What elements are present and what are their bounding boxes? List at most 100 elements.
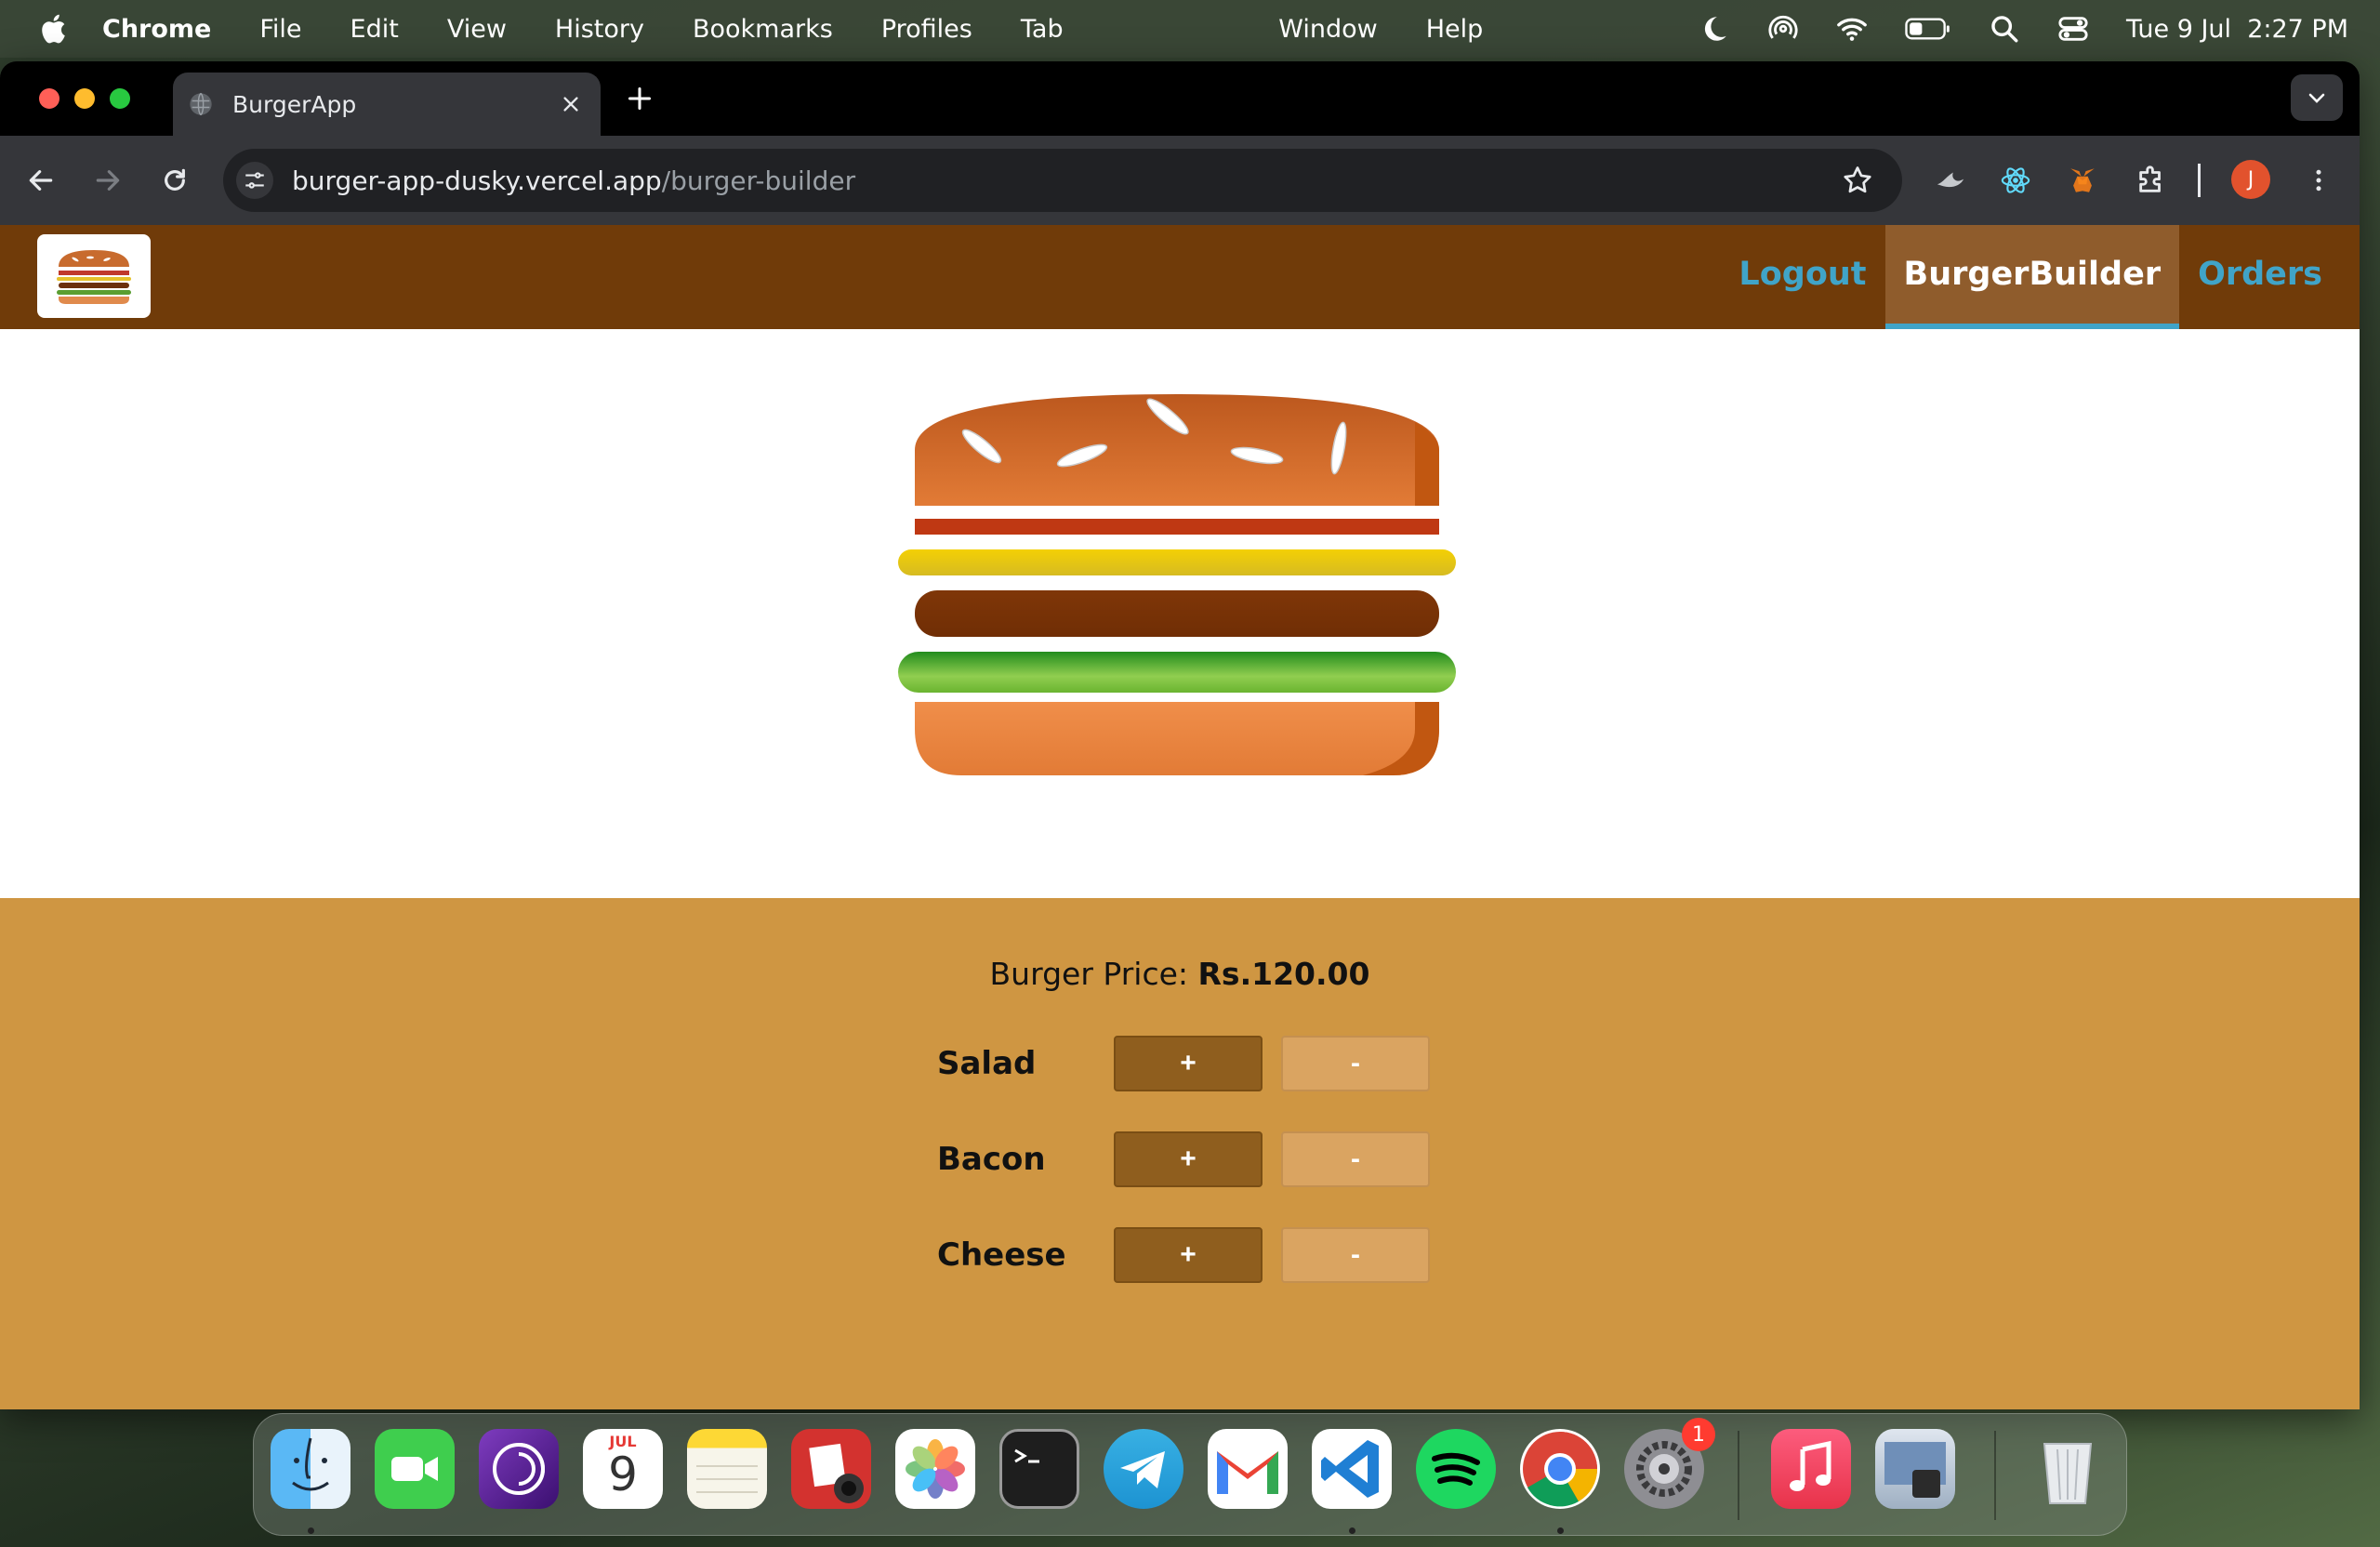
- calendar-icon[interactable]: JUL 9: [583, 1429, 663, 1509]
- globe-icon: [190, 92, 212, 116]
- airdrop-icon[interactable]: [1767, 13, 1799, 45]
- menu-view[interactable]: View: [447, 15, 507, 44]
- minimize-window-button[interactable]: [74, 88, 95, 109]
- zoom-window-button[interactable]: [110, 88, 130, 109]
- build-controls: Burger Price: Rs.120.00 Salad + - Bacon …: [0, 898, 2360, 1409]
- dock-separator: [1738, 1431, 1739, 1520]
- gmail-icon[interactable]: [1208, 1429, 1288, 1509]
- settings-notification-badge: 1: [1682, 1418, 1715, 1451]
- menu-help[interactable]: Help: [1426, 15, 1484, 44]
- menu-app-name[interactable]: Chrome: [102, 15, 211, 44]
- music-icon[interactable]: [1771, 1429, 1851, 1509]
- telegram-icon[interactable]: [1104, 1429, 1183, 1509]
- nav-logout[interactable]: Logout: [1720, 225, 1884, 329]
- menu-bookmarks[interactable]: Bookmarks: [693, 15, 833, 44]
- bookmark-star-icon[interactable]: [1841, 164, 1874, 197]
- profile-avatar[interactable]: J: [2231, 160, 2270, 199]
- control-row-cheese: Cheese + -: [937, 1227, 1430, 1283]
- control-row-salad: Salad + -: [937, 1036, 1430, 1091]
- main-nav: Logout BurgerBuilder Orders: [1720, 225, 2341, 329]
- preview-icon[interactable]: [1875, 1429, 1955, 1509]
- macos-dock: JUL 9 1: [253, 1413, 2127, 1536]
- reload-icon: [165, 168, 185, 191]
- close-tab-icon[interactable]: [554, 87, 588, 121]
- tab-strip: BurgerApp: [0, 61, 2360, 136]
- menu-window[interactable]: Window: [1278, 15, 1377, 44]
- menu-history[interactable]: History: [555, 15, 644, 44]
- dock-separator: [1994, 1431, 1996, 1520]
- tab-title: BurgerApp: [232, 90, 357, 118]
- apple-menu-icon[interactable]: [37, 11, 73, 46]
- add-bacon-button[interactable]: +: [1114, 1131, 1263, 1187]
- price-value: Rs.120.00: [1197, 956, 1370, 992]
- control-center-icon[interactable]: [2057, 13, 2089, 45]
- vscode-icon[interactable]: [1312, 1429, 1392, 1509]
- bread-top-layer: [915, 394, 1439, 506]
- toolbar-divider: [2198, 164, 2201, 197]
- tor-browser-icon[interactable]: [479, 1429, 559, 1509]
- menu-tab[interactable]: Tab: [1021, 15, 1064, 44]
- menu-edit[interactable]: Edit: [350, 15, 399, 44]
- window-controls: [39, 88, 130, 109]
- spotlight-search-icon[interactable]: [1989, 13, 2020, 45]
- chrome-window: BurgerApp burger-app-dusky.vercel.app/bu…: [0, 61, 2360, 1409]
- facetime-icon[interactable]: [375, 1429, 455, 1509]
- menubar-clock[interactable]: Tue 9 Jul 2:27 PM: [2126, 15, 2348, 44]
- site-info-icon[interactable]: [236, 162, 273, 199]
- chrome-running-dot: [1557, 1527, 1564, 1534]
- app-toolbar: Logout BurgerBuilder Orders: [0, 225, 2360, 329]
- burger-logo[interactable]: [37, 234, 151, 318]
- photo-booth-icon[interactable]: [791, 1429, 871, 1509]
- web-page: Logout BurgerBuilder Orders Burger Price…: [0, 225, 2360, 1409]
- salad-layer: [898, 652, 1456, 693]
- reload-button[interactable]: [156, 162, 193, 199]
- focus-moon-icon[interactable]: [1699, 13, 1730, 45]
- extension-shark-icon[interactable]: [1932, 162, 1969, 199]
- price-label: Burger Price:: [989, 956, 1189, 992]
- battery-icon[interactable]: [1905, 13, 1951, 45]
- browser-toolbar: burger-app-dusky.vercel.app/burger-build…: [0, 136, 2360, 225]
- add-salad-button[interactable]: +: [1114, 1036, 1263, 1091]
- macos-menubar: Chrome File Edit View History Bookmarks …: [0, 0, 2380, 58]
- burger-price: Burger Price: Rs.120.00: [0, 956, 2360, 992]
- burger-logo-icon: [57, 250, 131, 304]
- control-row-bacon: Bacon + -: [937, 1131, 1430, 1187]
- finder-icon[interactable]: [271, 1429, 350, 1509]
- nav-orders[interactable]: Orders: [2179, 225, 2341, 329]
- new-tab-button[interactable]: [621, 80, 658, 117]
- arrow-left-icon: [29, 170, 53, 191]
- url-path: /burger-builder: [661, 165, 856, 196]
- url-host: burger-app-dusky.vercel.app: [292, 165, 662, 196]
- tab-search-button[interactable]: [2291, 74, 2343, 121]
- back-button[interactable]: [22, 162, 60, 199]
- chrome-icon[interactable]: [1520, 1429, 1600, 1509]
- photos-icon[interactable]: [895, 1429, 975, 1509]
- close-window-button[interactable]: [39, 88, 60, 109]
- forward-button[interactable]: [89, 162, 126, 199]
- chevron-down-icon: [2308, 93, 2325, 103]
- control-label: Bacon: [937, 1141, 1046, 1178]
- wifi-icon[interactable]: [1836, 13, 1868, 45]
- finder-running-dot: [308, 1527, 314, 1534]
- chrome-menu-icon[interactable]: [2300, 162, 2337, 199]
- control-label: Cheese: [937, 1236, 1066, 1274]
- remove-bacon-button[interactable]: -: [1281, 1131, 1430, 1187]
- terminal-icon[interactable]: [999, 1429, 1079, 1509]
- spotify-icon[interactable]: [1416, 1429, 1496, 1509]
- trash-icon[interactable]: [2028, 1429, 2108, 1509]
- add-cheese-button[interactable]: +: [1114, 1227, 1263, 1283]
- vscode-running-dot: [1349, 1527, 1355, 1534]
- extension-react-icon[interactable]: [1997, 162, 2034, 199]
- notes-icon[interactable]: [687, 1429, 767, 1509]
- menu-file[interactable]: File: [259, 15, 301, 44]
- burger-illustration: [898, 394, 1456, 775]
- extension-metamask-icon[interactable]: [2064, 162, 2101, 199]
- nav-burger-builder[interactable]: BurgerBuilder: [1884, 225, 2180, 329]
- remove-salad-button[interactable]: -: [1281, 1036, 1430, 1091]
- remove-cheese-button[interactable]: -: [1281, 1227, 1430, 1283]
- tab-burgerapp[interactable]: BurgerApp: [173, 73, 601, 136]
- extensions-puzzle-icon[interactable]: [2133, 162, 2170, 199]
- control-label: Salad: [937, 1045, 1037, 1082]
- address-bar[interactable]: burger-app-dusky.vercel.app/burger-build…: [223, 149, 1902, 212]
- menu-profiles[interactable]: Profiles: [881, 15, 972, 44]
